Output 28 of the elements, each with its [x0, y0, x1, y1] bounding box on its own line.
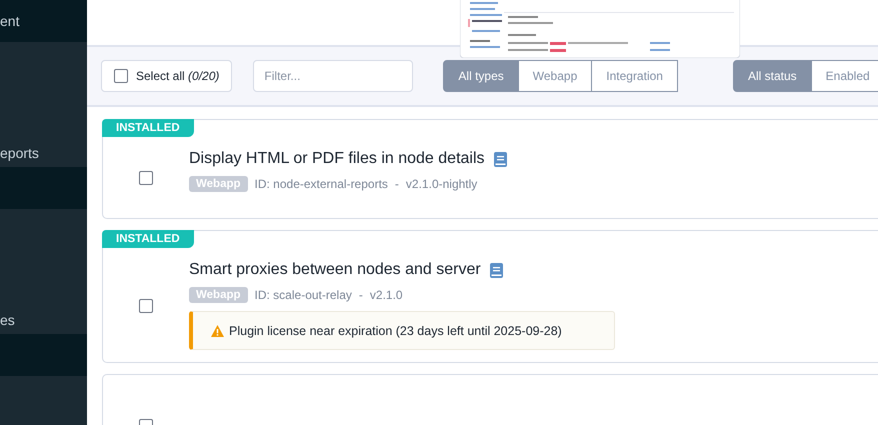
- status-badge: INSTALLED: [102, 230, 194, 248]
- status-filter-button[interactable]: All status: [732, 60, 812, 92]
- book-icon[interactable]: [494, 152, 507, 166]
- sidebar-item[interactable]: eports: [0, 145, 39, 161]
- warning-text: Plugin license near expiration (23 days left until 2025-09-28): [229, 324, 562, 338]
- book-icon[interactable]: [490, 262, 503, 278]
- select-all-checkbox[interactable]: Select all (0/20): [101, 60, 232, 92]
- status-badge: INSTALLED: [102, 119, 194, 137]
- filter-field[interactable]: Filter...: [253, 60, 414, 92]
- separator: -: [358, 288, 363, 302]
- type-filter-button[interactable]: All types: [443, 60, 519, 92]
- status-filter-button[interactable]: Enabled: [810, 60, 878, 92]
- separator: -: [394, 177, 399, 191]
- type-filter-button[interactable]: Integration: [591, 60, 678, 92]
- type-tag: Webapp: [189, 176, 248, 192]
- sidebar-item[interactable]: es: [0, 312, 15, 328]
- type-tag: Webapp: [189, 287, 248, 303]
- plugin-checkbox[interactable]: [139, 171, 153, 185]
- warning-icon: [211, 324, 224, 336]
- type-filter-button[interactable]: Webapp: [518, 60, 592, 92]
- plugin-id: ID: node-external-reports: [254, 177, 388, 191]
- plugin-title: Display HTML or PDF files in node details: [189, 150, 485, 168]
- sidebar-item[interactable]: ent: [0, 13, 20, 29]
- plugin-checkbox[interactable]: [139, 298, 153, 312]
- plugin-id: ID: scale-out-relay: [254, 288, 352, 302]
- plugin-version: v2.1.0-nightly: [406, 177, 478, 191]
- plugin-version: v2.1.0: [370, 288, 403, 302]
- plugin-title: Smart proxies between nodes and server: [189, 261, 481, 279]
